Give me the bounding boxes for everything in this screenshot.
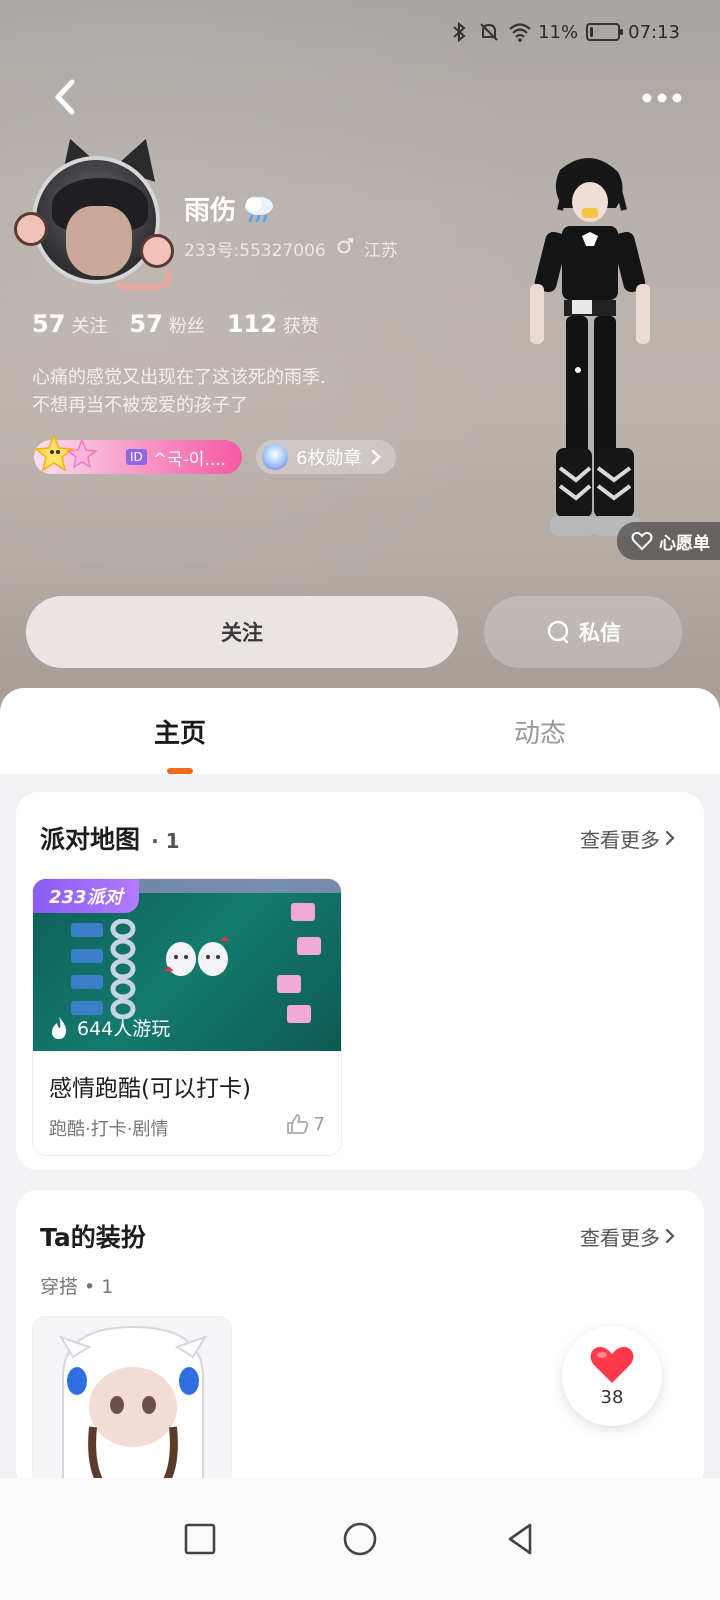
party-map-section: 派对地图 · 1 查看更多 233派对 644人游玩 感情跑酷(可以打卡) 跑酷… — [16, 792, 704, 1170]
message-label: 私信 — [579, 621, 621, 645]
game-tags: 跑酷·打卡·剧情 — [49, 1119, 169, 1140]
custom-id-badge[interactable]: ID ^국-이.... — [34, 434, 243, 474]
more-button[interactable] — [638, 78, 686, 118]
square-icon — [184, 1523, 216, 1555]
id-tag: ID — [126, 449, 147, 465]
follow-button[interactable]: 关注 — [26, 596, 458, 668]
section-title: Ta的装扮 — [40, 1223, 146, 1252]
battery-icon — [586, 23, 624, 41]
flame-icon — [52, 1016, 67, 1039]
bio-line: 心痛的感觉又出现在了这该死的雨季. — [32, 367, 326, 388]
chat-bubble-icon — [547, 620, 569, 644]
tab-feed[interactable]: 动态 — [360, 688, 720, 774]
avatar-character[interactable] — [520, 150, 660, 560]
bluetooth-icon — [448, 21, 470, 43]
like-count: 38 — [600, 1386, 624, 1408]
game-card[interactable]: 233派对 644人游玩 感情跑酷(可以打卡) 跑酷·打卡·剧情 7 — [32, 878, 342, 1156]
play-count: 644人游玩 — [49, 1014, 170, 1041]
chevron-left-icon — [55, 79, 75, 115]
chevron-right-icon — [371, 449, 381, 465]
stat-likes[interactable]: 112 获赞 — [227, 310, 319, 338]
user-name: 雨伤 — [184, 190, 276, 227]
party-badge: 233派对 — [33, 879, 139, 913]
home-button[interactable] — [330, 1509, 390, 1569]
paw-decoration — [140, 234, 174, 268]
game-likes[interactable]: 7 — [286, 1113, 325, 1135]
tab-home[interactable]: 主页 — [0, 688, 360, 774]
user-location: 江苏 — [363, 241, 398, 261]
bio-line: 不想再当不被宠爱的孩子了 — [32, 395, 248, 416]
paw-decoration — [14, 212, 48, 246]
id-text: ^국-이.... — [152, 449, 227, 470]
message-button[interactable]: 私信 — [484, 596, 682, 668]
system-back-button[interactable] — [490, 1509, 550, 1569]
gender-icon — [336, 237, 354, 260]
back-button[interactable] — [44, 72, 84, 122]
section-count: · 1 — [151, 829, 180, 853]
section-title: 派对地图 — [40, 825, 141, 854]
wishlist-label: 心愿单 — [659, 533, 710, 554]
stat-following[interactable]: 57 关注 — [32, 310, 107, 338]
circle-icon — [343, 1522, 377, 1556]
stats-row: 57 关注 57 粉丝 112 获赞 — [32, 310, 319, 338]
user-id: 233号:55327006 — [184, 241, 326, 261]
outfit-subtitle: 穿搭 • 1 — [40, 1276, 114, 1298]
mute-bell-icon — [478, 21, 500, 43]
wifi-icon — [508, 21, 531, 43]
thumbs-up-icon — [286, 1114, 308, 1134]
see-more-link[interactable]: 查看更多 — [580, 824, 676, 853]
badge-row: ID ^국-이.... 6枚勋章 — [34, 434, 396, 474]
bio: 心痛的感觉又出现在了这该死的雨季. 不想再当不被宠爱的孩子了 — [32, 364, 452, 420]
tail-decoration — [112, 264, 172, 290]
system-navbar — [0, 1478, 720, 1600]
more-dots-icon — [642, 93, 682, 103]
like-button[interactable]: 38 — [562, 1326, 662, 1426]
heart-icon — [590, 1346, 634, 1383]
stat-followers[interactable]: 57 粉丝 — [129, 310, 204, 338]
game-title: 感情跑酷(可以打卡) — [49, 1076, 251, 1102]
follow-label: 关注 — [221, 621, 263, 645]
wishlist-button[interactable]: 心愿单 — [617, 522, 720, 560]
profile-header: 11% 07:13 雨伤 233号:55327006 江苏 57 关注 57 粉… — [0, 0, 720, 720]
chevron-right-icon — [665, 1228, 675, 1244]
triangle-back-icon — [508, 1523, 532, 1555]
medals-label: 6枚勋章 — [296, 448, 362, 469]
game-thumbnail: 233派对 644人游玩 — [33, 879, 341, 1051]
rain-cloud-icon — [245, 196, 274, 222]
medal-icon — [262, 444, 289, 470]
outfit-thumbnail — [58, 1325, 208, 1485]
clock: 07:13 — [628, 21, 680, 43]
status-bar: 11% 07:13 — [448, 14, 680, 50]
see-more-link[interactable]: 查看更多 — [580, 1222, 676, 1251]
star-icon — [34, 434, 98, 472]
heart-outline-icon — [631, 531, 653, 551]
avatar[interactable] — [14, 132, 178, 306]
chevron-right-icon — [665, 830, 675, 846]
profile-tabs: 主页 动态 — [0, 688, 720, 774]
user-meta: 233号:55327006 江苏 — [184, 236, 398, 261]
outfit-card[interactable] — [32, 1316, 232, 1486]
recents-button[interactable] — [170, 1509, 230, 1569]
battery-percent: 11% — [538, 21, 579, 43]
medals-button[interactable]: 6枚勋章 — [256, 440, 396, 474]
